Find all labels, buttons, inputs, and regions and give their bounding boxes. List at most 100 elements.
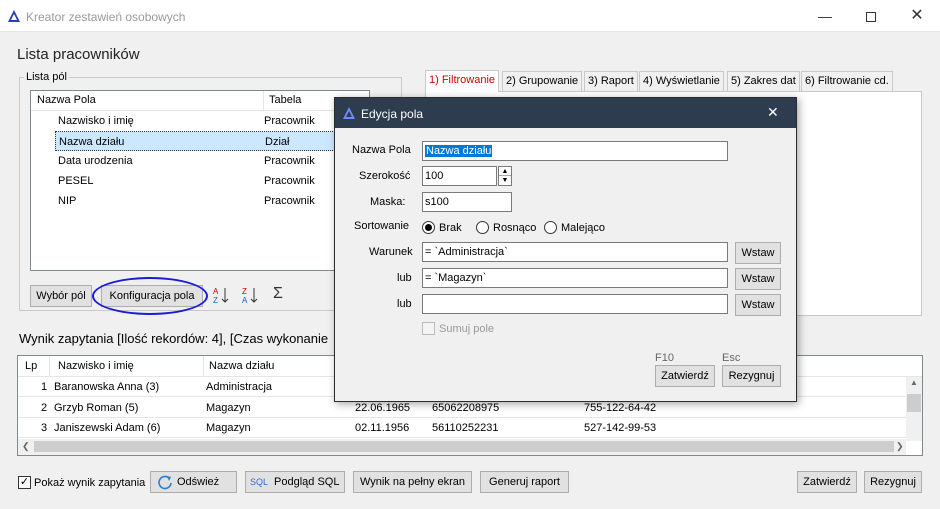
insert-button-2[interactable]: Wstaw (735, 268, 781, 290)
width-label: Szerokość (359, 170, 411, 182)
window-title: Kreator zestawień osobowych (26, 10, 186, 24)
tab-filtering[interactable]: 1) Filtrowanie (425, 70, 500, 92)
fullscreen-button[interactable]: Wynik na pełny ekran (353, 471, 472, 493)
sort-asc-radio[interactable] (476, 221, 489, 234)
cell-name: Baranowska Anna (3) (54, 381, 160, 393)
width-spin[interactable]: ▲ ▼ (498, 166, 512, 186)
width-stepper[interactable]: 100 (422, 166, 497, 186)
minimize-icon[interactable]: — (802, 0, 848, 32)
grid-header-name[interactable]: Nazwisko i imię (58, 360, 134, 372)
esc-hint: Esc (722, 352, 741, 364)
fields-group-label: Lista pól (24, 71, 69, 83)
tab-report[interactable]: 3) Raport (584, 71, 638, 91)
tab-grouping[interactable]: 2) Grupowanie (502, 71, 583, 91)
dialog-cancel-button[interactable]: Rezygnuj (722, 365, 781, 387)
window-titlebar: Kreator zestawień osobowych — ✕ (0, 0, 940, 32)
grid-col-divider (203, 356, 204, 377)
mask-input[interactable]: s100 (422, 192, 512, 212)
cell-dept: Magazyn (206, 402, 251, 414)
insert-button-3[interactable]: Wstaw (735, 294, 781, 316)
confirm-button[interactable]: Zatwierdź (797, 471, 857, 493)
cell-lp: 1 (41, 381, 48, 393)
sort-descending-icon[interactable]: ZA (242, 286, 260, 305)
close-icon[interactable]: ✕ (894, 0, 940, 32)
svg-text:A: A (242, 296, 248, 304)
spin-up-icon[interactable]: ▲ (499, 167, 511, 176)
sort-label: Sortowanie (354, 220, 410, 232)
or-value-1: = `Magazyn` (425, 272, 487, 284)
mask-label: Maska: (370, 196, 406, 208)
edit-field-dialog: Edycja pola ✕ Nazwa Pola Nazwa działu Sz… (334, 97, 797, 402)
generate-report-button[interactable]: Generuj raport (480, 471, 569, 493)
spin-down-icon[interactable]: ▼ (499, 176, 511, 185)
or-label-1: lub (397, 272, 412, 284)
app-logo-icon (8, 10, 20, 22)
sql-preview-button[interactable]: SQL Podgląd SQL (245, 471, 345, 493)
field-name-label: Nazwa Pola (352, 144, 411, 156)
cell-birthdate: 02.11.1956 (355, 422, 410, 434)
sum-field-checkbox[interactable] (422, 322, 435, 335)
tab-filtering-cont[interactable]: 6) Filtrowanie cd. (801, 71, 893, 91)
field-table: Pracownik (264, 115, 315, 127)
scroll-left-icon[interactable]: ❮ (22, 441, 30, 452)
result-label: Wynik zapytania [Ilość rekordów: 4], [Cz… (19, 331, 329, 346)
insert-button-1[interactable]: Wstaw (735, 242, 781, 264)
field-name-input[interactable]: Nazwa działu (422, 141, 728, 161)
list-item[interactable]: PESEL Pracownik (31, 171, 369, 191)
field-table: Pracownik (264, 155, 315, 167)
list-item[interactable]: Data urodzenia Pracownik (31, 151, 369, 171)
dialog-logo-icon (343, 107, 355, 119)
tab-date-range[interactable]: 5) Zakres dat (727, 71, 800, 91)
cancel-button[interactable]: Rezygnuj (864, 471, 922, 493)
condition-label: Warunek (369, 246, 413, 258)
condition-input[interactable]: = `Administracja` (422, 242, 728, 262)
grid-header-dept[interactable]: Nazwa działu (209, 360, 274, 372)
sort-desc-radio[interactable] (544, 221, 557, 234)
maximize-icon[interactable] (848, 0, 894, 32)
sql-preview-label: Podgląd SQL (274, 476, 340, 488)
scroll-thumb[interactable] (907, 394, 921, 412)
dialog-close-icon[interactable]: ✕ (767, 104, 779, 121)
sort-asc-label[interactable]: Rosnąco (493, 222, 536, 234)
sum-icon[interactable]: Σ (273, 285, 283, 303)
f10-hint: F10 (655, 352, 674, 364)
scroll-right-icon[interactable]: ❯ (896, 441, 904, 452)
list-item[interactable]: NIP Pracownik (31, 191, 369, 211)
select-fields-button[interactable]: Wybór pól (30, 285, 92, 307)
dialog-title: Edycja pola (361, 107, 424, 121)
or-input-2[interactable] (422, 294, 728, 314)
field-name: Nazwisko i imię (58, 115, 134, 127)
sort-desc-label[interactable]: Malejąco (561, 222, 605, 234)
scroll-up-icon[interactable]: ▲ (909, 378, 919, 392)
fields-list-header: Nazwa Pola Tabela (31, 91, 369, 111)
field-table: Pracownik (264, 195, 315, 207)
field-table: Dział (265, 136, 290, 148)
sort-ascending-icon[interactable]: AZ (213, 286, 231, 305)
list-item-selected[interactable]: Nazwa działu Dział (55, 131, 369, 151)
show-result-checkbox[interactable]: ✓ (18, 476, 31, 489)
header-field-name[interactable]: Nazwa Pola (37, 94, 96, 106)
cell-dept: Administracja (206, 381, 273, 393)
mask-value: s100 (425, 196, 449, 208)
dialog-titlebar: Edycja pola ✕ (335, 98, 796, 128)
header-table[interactable]: Tabela (269, 94, 301, 106)
grid-header-lp[interactable]: Lp (25, 360, 37, 372)
fields-list[interactable]: Nazwa Pola Tabela Nazwisko i imię Pracown… (30, 90, 370, 271)
or-input-1[interactable]: = `Magazyn` (422, 268, 728, 288)
hscroll-thumb[interactable] (34, 441, 894, 452)
list-item[interactable]: Nazwisko i imię Pracownik (31, 111, 369, 131)
tab-display[interactable]: 4) Wyświetlanie (639, 71, 724, 91)
horizontal-scrollbar[interactable]: ❮ ❯ (18, 439, 906, 455)
refresh-button[interactable]: Odśwież (150, 471, 237, 493)
sort-none-radio[interactable] (422, 221, 435, 234)
vertical-scrollbar[interactable]: ▲ (906, 377, 922, 441)
dialog-confirm-button[interactable]: Zatwierdź (655, 365, 715, 387)
show-result-label: Pokaż wynik zapytania (34, 477, 146, 489)
field-name: NIP (58, 195, 77, 207)
width-value: 100 (425, 170, 444, 182)
svg-text:A: A (213, 287, 219, 296)
refresh-label: Odśwież (177, 476, 220, 488)
sort-none-label[interactable]: Brak (439, 222, 462, 234)
field-name: Nazwa działu (59, 136, 125, 148)
table-row[interactable]: 3 Janiszewski Adam (6) Magazyn 02.11.195… (18, 418, 908, 438)
